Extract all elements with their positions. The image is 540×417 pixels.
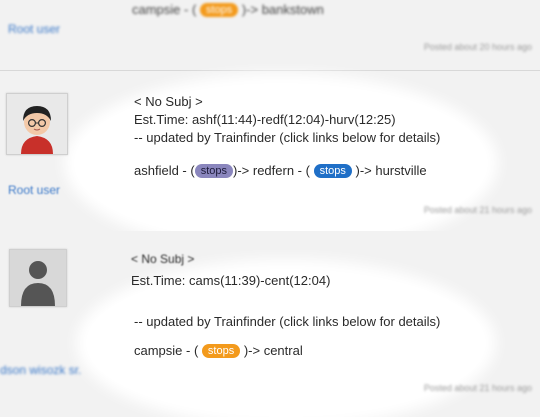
route-segment-to: )-> hurstville: [355, 163, 427, 178]
post-2-route: ashfield - (stops)-> redfern - ( stops )…: [134, 162, 427, 180]
route-to: )-> bankstown: [241, 2, 324, 17]
route-from: campsie - (: [132, 2, 197, 17]
post-2-est-time: Est.Time: ashf(11:44)-redf(12:04)-hurv(1…: [134, 112, 396, 127]
route-segment-from: ashfield - (: [134, 163, 195, 178]
post-3-subject: < No Subj >: [131, 252, 195, 266]
avatar[interactable]: [9, 249, 67, 307]
post-3-route: campsie - ( stops )-> central: [134, 342, 303, 360]
avatar[interactable]: [6, 93, 68, 155]
post-2-updated: -- updated by Trainfinder (click links b…: [134, 130, 441, 145]
stops-badge[interactable]: stops: [201, 344, 241, 358]
default-avatar-icon: [10, 250, 66, 306]
posted-time: Posted about 21 hours ago: [423, 205, 532, 215]
post-3-updated: -- updated by Trainfinder (click links b…: [134, 314, 441, 329]
user-avatar-icon: [7, 94, 67, 154]
user-link[interactable]: dson wisozk sr.: [0, 363, 81, 377]
posted-time: Posted about 21 hours ago: [423, 383, 532, 393]
post-3-est-time: Est.Time: cams(11:39)-cent(12:04): [131, 273, 331, 288]
stops-badge[interactable]: stops: [194, 164, 233, 178]
user-link[interactable]: Root user: [8, 22, 60, 36]
route-from: campsie - (: [134, 343, 199, 358]
post-1-route: campsie - ( stops )-> bankstown: [132, 2, 324, 17]
post-3: < No Subj > Est.Time: cams(11:39)-cent(1…: [0, 231, 540, 417]
stops-badge[interactable]: stops: [313, 164, 352, 178]
post-2: < No Subj > Est.Time: ashf(11:44)-redf(1…: [0, 70, 540, 243]
route-segment-mid: )-> redfern - (: [233, 163, 310, 178]
user-link[interactable]: Root user: [8, 183, 60, 197]
route-to: )-> central: [243, 343, 303, 358]
stops-badge[interactable]: stops: [199, 3, 239, 17]
post-2-subject: < No Subj >: [134, 94, 203, 109]
posted-time: Posted about 20 hours ago: [423, 42, 532, 52]
post-1: campsie - ( stops )-> bankstown Root use…: [0, 0, 540, 71]
